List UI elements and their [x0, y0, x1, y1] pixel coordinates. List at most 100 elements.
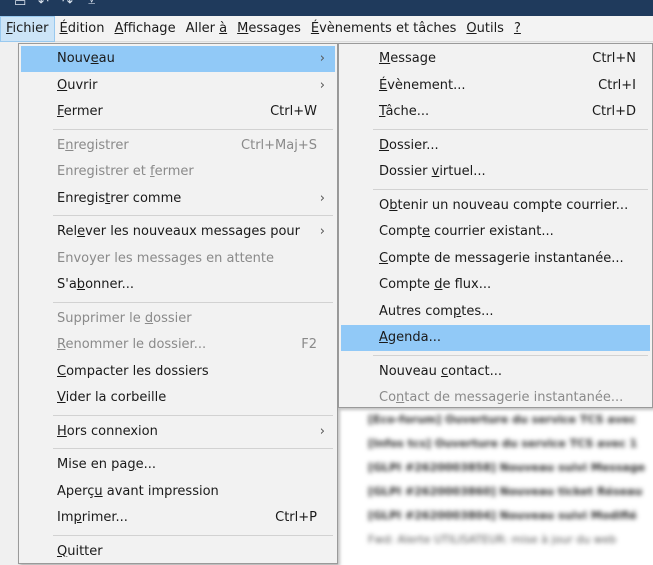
- menu-item-label: Contact de messagerie instantanée...: [379, 390, 623, 405]
- label-part: Enregistrer et: [57, 164, 151, 179]
- redo-icon[interactable]: ↷: [62, 0, 73, 10]
- label-part: essage: [390, 51, 436, 66]
- chevron-right-icon: ›: [319, 423, 325, 439]
- message-row[interactable]: [GLPI #2620003858] Nouveau suivi Message: [338, 456, 653, 480]
- menu-item-label: Compte courrier existant...: [379, 224, 554, 239]
- menu-item-message[interactable]: Message Ctrl+N: [341, 46, 650, 72]
- menu-item-enregistrer[interactable]: Enregistrer Ctrl+Maj+S: [21, 133, 335, 159]
- menu-separator: [373, 354, 648, 356]
- label-part: ermer: [63, 104, 103, 119]
- message-row[interactable]: [Infos tcs] Ouverture du service TCS ave…: [338, 432, 653, 456]
- menu-item-dossier-virtuel[interactable]: Dossier virtuel...: [341, 159, 650, 185]
- menu-item-quitter[interactable]: Quitter: [21, 539, 335, 565]
- label-part: E: [57, 137, 66, 153]
- menu-item-mise-en-page[interactable]: Mise en page...: [21, 452, 335, 478]
- menu-aller-a[interactable]: Aller à: [181, 16, 233, 42]
- menu-item-hors-connexion[interactable]: Hors connexion ›: [21, 419, 335, 445]
- label-part: tes...: [461, 303, 494, 319]
- menu-item-envoyer-les-messages-en-attente[interactable]: Envoyer les messages en attente: [21, 246, 335, 272]
- menu-item-tache[interactable]: Tâche... Ctrl+D: [341, 99, 650, 125]
- menu-item-compacter-les-dossiers[interactable]: Compacter les dossiers: [21, 359, 335, 385]
- label-part: tact de messagerie instantanée...: [404, 390, 624, 405]
- menu-separator: [53, 414, 333, 416]
- label-part: ontact...: [448, 363, 503, 379]
- menu-item-label: Autres comptes...: [379, 304, 494, 319]
- menu-item-contact-de-messagerie-instantanee[interactable]: Contact de messagerie instantanée...: [341, 385, 650, 411]
- label-part: Envoyer les messa: [57, 250, 179, 266]
- menu-edition[interactable]: Édition: [55, 16, 110, 42]
- chevron-right-icon: ›: [319, 190, 325, 206]
- menu-[interactable]: ?: [509, 16, 526, 42]
- menu-item-relever-les-nouveaux-messages-pour[interactable]: Relever les nouveaux messages pour ›: [21, 219, 335, 245]
- menu-item-imprimer[interactable]: Imprimer... Ctrl+P: [21, 505, 335, 531]
- menu-outils[interactable]: Outils: [461, 16, 509, 42]
- menu-item-label: Obtenir un nouveau compte courrier...: [379, 198, 628, 213]
- label-part: Autres com: [379, 303, 453, 319]
- label-part: rimer...: [81, 510, 128, 525]
- menu-item-obtenir-un-nouveau-compte-courrier[interactable]: Obtenir un nouveau compte courrier...: [341, 193, 650, 219]
- menu-item-label: Compte de flux...: [379, 277, 491, 292]
- menu-item-label: Nouveau: [57, 51, 115, 66]
- menu-item-s-abonner[interactable]: S'abonner...: [21, 272, 335, 298]
- menu-item-nouveau-contact[interactable]: Nouveau contact...: [341, 359, 650, 385]
- label-part: ompte de messagerie instantanée...: [388, 250, 624, 266]
- menu-fichier[interactable]: Fichier: [0, 15, 55, 42]
- label-part: es en attente: [187, 250, 275, 266]
- menu-item-agenda[interactable]: Agenda...: [341, 325, 650, 351]
- menu-item-supprimer-le-dossier[interactable]: Supprimer le dossier: [21, 306, 335, 332]
- menu-item-vider-la-corbeille[interactable]: Vider la corbeille: [21, 385, 335, 411]
- message-row[interactable]: Fwd: Alerte UTILISATEUR: mise à jour du …: [338, 528, 653, 552]
- label-part: âche...: [385, 104, 430, 119]
- menu-item-label: Hors connexion: [57, 424, 158, 439]
- menu-evenements-et-taches[interactable]: Évènements et tâches: [306, 16, 462, 42]
- shortcut-label: Ctrl+Maj+S: [241, 137, 317, 153]
- menu-item-autres-comptes[interactable]: Autres comptes...: [341, 299, 650, 325]
- file-menu: Nouveau › Ouvrir › Fermer Ctrl+W Enregistrer Ct…: [18, 43, 338, 564]
- undo-icon[interactable]: ↶: [38, 0, 49, 10]
- access-key: É: [310, 20, 320, 36]
- label-part: Aller: [185, 20, 220, 36]
- access-key: É: [59, 20, 68, 36]
- menu-item-evenement[interactable]: Évènement... Ctrl+I: [341, 73, 650, 99]
- access-key: V: [57, 390, 66, 405]
- menu-item-dossier[interactable]: Dossier...: [341, 133, 650, 159]
- access-key: d: [144, 310, 154, 326]
- menu-item-enregistrer-et-fermer[interactable]: Enregistrer et fermer: [21, 159, 335, 185]
- menu-item-compte-de-messagerie-instantanee[interactable]: Compte de messagerie instantanée...: [341, 246, 650, 272]
- menu-item-renommer-le-dossier[interactable]: Renommer le dossier... F2: [21, 332, 335, 358]
- customize-toolbar-icon[interactable]: ⩡: [88, 0, 95, 10]
- label-part: irtuel...: [439, 164, 486, 179]
- new-submenu: Message Ctrl+N Évènement... Ctrl+I Tâche... C…: [338, 43, 653, 408]
- menu-affichage[interactable]: Affichage: [109, 16, 180, 42]
- label-part: dition: [67, 20, 105, 36]
- menu-messages[interactable]: Messages: [232, 16, 306, 42]
- menu-item-fermer[interactable]: Fermer Ctrl+W: [21, 99, 335, 125]
- message-row[interactable]: [Eco-forum] Ouverture du service TCS ave…: [338, 408, 653, 432]
- access-key: p: [73, 510, 82, 525]
- label-part: O: [379, 197, 390, 213]
- menu-item-label: Fermer: [57, 104, 103, 119]
- message-row[interactable]: [GLPI #2620003860] Nouveau ticket Réseau: [338, 480, 653, 504]
- label-part: registrer: [73, 137, 129, 153]
- label-part: ors connexion: [66, 423, 158, 439]
- save-icon[interactable]: ▭: [14, 0, 26, 10]
- menu-item-label: Renommer le dossier...: [57, 337, 206, 352]
- access-key: g: [127, 457, 136, 472]
- message-row[interactable]: [GLPI #2620003804] Nouveau suivi Modifié: [338, 504, 653, 528]
- menu-item-enregistrer-comme[interactable]: Enregistrer comme ›: [21, 186, 335, 212]
- label-part: ver les nouveaux messages pour: [85, 224, 301, 239]
- access-key: H: [57, 423, 67, 439]
- menu-item-label: Ouvrir: [57, 78, 97, 93]
- shortcut-label: Ctrl+P: [275, 510, 317, 525]
- menu-item-ouvrir[interactable]: Ouvrir ›: [21, 73, 335, 99]
- label-part: onner...: [85, 277, 135, 292]
- menu-item-apercu-avant-impression[interactable]: Aperçu avant impression: [21, 479, 335, 505]
- menu-item-nouveau[interactable]: Nouveau ›: [21, 46, 335, 72]
- label-part: ider la corbeille: [65, 390, 167, 405]
- menu-item-compte-de-flux[interactable]: Compte de flux...: [341, 272, 650, 298]
- label-part: uvrir: [67, 77, 98, 93]
- access-key: e: [422, 224, 431, 239]
- menu-item-compte-courrier-existant[interactable]: Compte courrier existant...: [341, 219, 650, 245]
- label-part: e flux...: [442, 277, 492, 292]
- access-key: É: [379, 77, 388, 93]
